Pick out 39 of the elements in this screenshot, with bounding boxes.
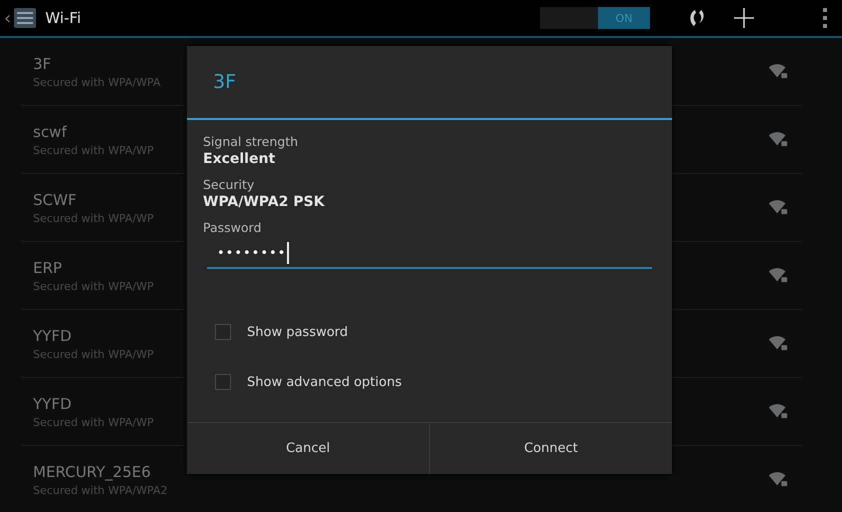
add-icon[interactable] (732, 6, 756, 30)
settings-app-icon[interactable] (13, 6, 38, 30)
network-name: MERCURY_25E6 (33, 462, 151, 480)
network-security: Secured with WPA/WP (33, 280, 154, 292)
checkbox[interactable] (215, 374, 231, 390)
cancel-button[interactable]: Cancel (187, 423, 429, 474)
checkbox-label[interactable]: Show advanced options (247, 374, 402, 390)
wifi-signal-lock-icon (768, 335, 788, 352)
checkbox-label[interactable]: Show password (247, 324, 348, 340)
network-name: YYFD (33, 326, 72, 344)
overflow-menu-icon[interactable] (822, 6, 828, 30)
network-security: Secured with WPA/WP (33, 348, 154, 360)
network-name: SCWF (33, 190, 76, 208)
network-name: YYFD (33, 394, 72, 412)
checkbox[interactable] (215, 324, 231, 340)
network-security: Secured with WPA/WPA (33, 76, 160, 88)
password-label: Password (203, 220, 262, 235)
network-security: Secured with WPA/WP (33, 416, 154, 428)
field-label: Signal strength (203, 134, 300, 149)
dialog-title: 3F (187, 46, 672, 120)
connect-button[interactable]: Connect (429, 423, 672, 474)
wifi-signal-lock-icon (768, 403, 788, 420)
field-value: WPA/WPA2 PSK (203, 194, 326, 210)
network-name: scwf (33, 122, 67, 140)
field-value: Excellent (203, 151, 276, 167)
wifi-signal-lock-icon (768, 471, 788, 488)
wifi-signal-lock-icon (768, 131, 788, 148)
screen-title: Wi-Fi (45, 9, 81, 27)
password-field[interactable]: •••••••• (207, 239, 652, 269)
back-caret[interactable]: ‹ (4, 8, 12, 28)
wifi-signal-lock-icon (768, 199, 788, 216)
network-security: Secured with WPA/WPA2 (33, 484, 168, 496)
network-name: ERP (33, 258, 62, 276)
network-name: 3F (33, 54, 52, 72)
network-security: Secured with WPA/WP (33, 212, 154, 224)
field-label: Security (203, 177, 256, 192)
wifi-signal-lock-icon (768, 63, 788, 80)
network-security: Secured with WPA/WP (33, 144, 154, 156)
wifi-signal-lock-icon (768, 267, 788, 284)
